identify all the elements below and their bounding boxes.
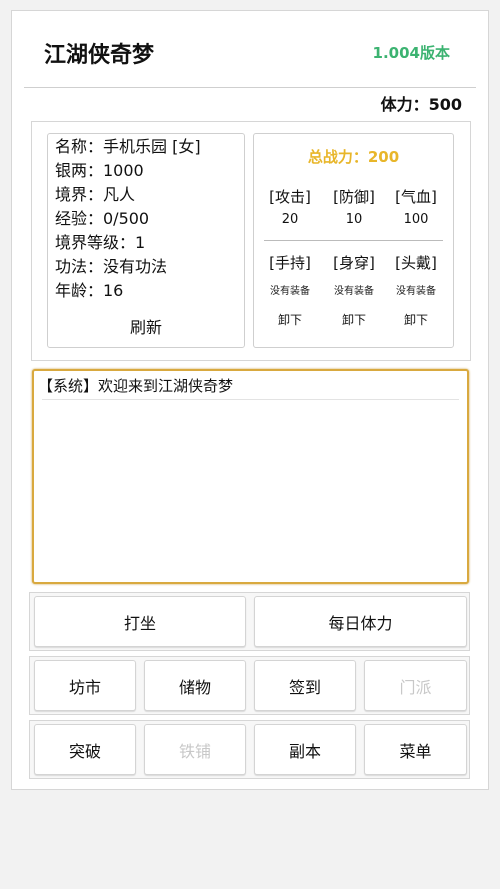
breakthrough-button[interactable]: 突破 xyxy=(34,724,136,775)
refresh-button[interactable]: 刷新 xyxy=(48,314,244,338)
stat-attack: [攻击] 20 xyxy=(260,186,320,227)
unequip-head-button[interactable]: 卸下 xyxy=(386,311,446,328)
power-box: 总战力：200 [攻击] 20 [防御] 10 [气血] 100 [手持] 没有… xyxy=(253,133,454,348)
stat-attack-value: 20 xyxy=(281,212,299,227)
stats-panel: 名称：手机乐园 [女] 银两：1000 境界：凡人 经验：0/500 境界等级：… xyxy=(31,121,471,361)
profile-realm: 境界：凡人 xyxy=(55,185,136,204)
unequip-hand-button[interactable]: 卸下 xyxy=(260,311,320,328)
blacksmith-button[interactable]: 铁铺 xyxy=(144,724,246,775)
storage-button[interactable]: 储物 xyxy=(144,660,246,711)
equip-head-status: 没有装备 xyxy=(396,286,436,297)
main-card: 江湖侠奇梦 1.004版本 体力：500 名称：手机乐园 [女] 银两：1000… xyxy=(11,10,489,790)
action-row-3: 突破 铁铺 副本 菜单 xyxy=(29,720,470,779)
profile-age: 年龄：16 xyxy=(55,281,124,300)
stamina-label: 体力：500 xyxy=(380,95,462,114)
stat-attack-label: [攻击] xyxy=(269,188,311,206)
stat-defense: [防御] 10 xyxy=(324,186,384,227)
action-row-2: 坊市 储物 签到 门派 xyxy=(29,656,470,715)
log-divider xyxy=(42,399,459,400)
log-message: 【系统】欢迎来到江湖侠奇梦 xyxy=(38,377,234,395)
sect-button[interactable]: 门派 xyxy=(364,660,467,711)
header-divider xyxy=(24,87,476,88)
message-log[interactable]: 【系统】欢迎来到江湖侠奇梦 xyxy=(32,369,469,584)
menu-button[interactable]: 菜单 xyxy=(364,724,467,775)
profile-silver: 银两：1000 xyxy=(55,161,144,180)
equip-hand-label: [手持] xyxy=(269,254,311,272)
equip-head-label: [头戴] xyxy=(395,254,437,272)
app-title: 江湖侠奇梦 xyxy=(44,43,155,68)
equip-body: [身穿] 没有装备 卸下 xyxy=(324,252,384,328)
equip-hand: [手持] 没有装备 卸下 xyxy=(260,252,320,328)
dungeon-button[interactable]: 副本 xyxy=(254,724,356,775)
equip-body-status: 没有装备 xyxy=(334,286,374,297)
profile-name: 名称：手机乐园 [女] xyxy=(55,137,201,156)
stat-hp: [气血] 100 xyxy=(386,186,446,227)
version-label: 1.004版本 xyxy=(372,44,450,62)
daily-stamina-button[interactable]: 每日体力 xyxy=(254,596,467,647)
meditate-button[interactable]: 打坐 xyxy=(34,596,246,647)
stat-hp-label: [气血] xyxy=(395,188,437,206)
profile-skill: 功法：没有功法 xyxy=(55,257,168,276)
power-divider xyxy=(264,240,443,241)
checkin-button[interactable]: 签到 xyxy=(254,660,356,711)
equip-body-label: [身穿] xyxy=(333,254,375,272)
stat-hp-value: 100 xyxy=(403,212,429,227)
profile-realm-level: 境界等级：1 xyxy=(55,233,146,252)
profile-box: 名称：手机乐园 [女] 银两：1000 境界：凡人 经验：0/500 境界等级：… xyxy=(47,133,245,348)
market-button[interactable]: 坊市 xyxy=(34,660,136,711)
unequip-body-button[interactable]: 卸下 xyxy=(324,311,384,328)
action-row-1: 打坐 每日体力 xyxy=(29,592,470,651)
stat-defense-value: 10 xyxy=(345,212,363,227)
total-power: 总战力：200 xyxy=(307,148,400,166)
profile-exp: 经验：0/500 xyxy=(55,209,150,228)
equip-head: [头戴] 没有装备 卸下 xyxy=(386,252,446,328)
equip-hand-status: 没有装备 xyxy=(270,286,310,297)
stat-defense-label: [防御] xyxy=(333,188,375,206)
